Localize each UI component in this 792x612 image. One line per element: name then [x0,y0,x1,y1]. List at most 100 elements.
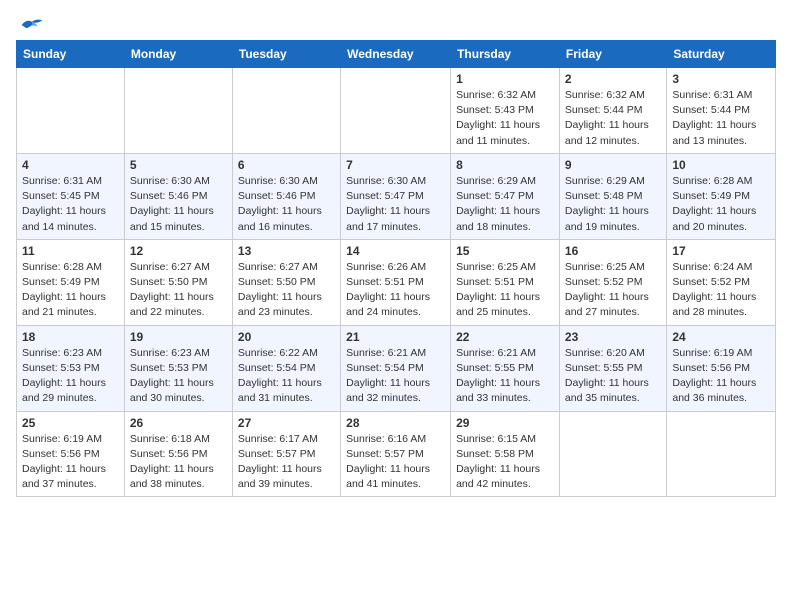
day-number: 21 [346,330,445,344]
day-info: Sunrise: 6:28 AMSunset: 5:49 PMDaylight:… [22,260,119,321]
calendar-cell: 28Sunrise: 6:16 AMSunset: 5:57 PMDayligh… [341,411,451,497]
day-number: 22 [456,330,554,344]
week-row-3: 11 Sunrise: 6:28 AMSunset: 5:49 PMDayligh… [17,239,776,325]
day-number: 6 [238,158,335,172]
col-header-sunday: Sunday [17,41,125,68]
calendar-cell: 9 Sunrise: 6:29 AMSunset: 5:48 PMDaylight… [559,153,666,239]
day-number: 17 [672,244,770,258]
calendar-cell: 4 Sunrise: 6:31 AMSunset: 5:45 PMDaylight… [17,153,125,239]
col-header-thursday: Thursday [451,41,560,68]
calendar-cell: 14Sunrise: 6:26 AMSunset: 5:51 PMDayligh… [341,239,451,325]
calendar-cell [124,68,232,154]
calendar-cell: 2 Sunrise: 6:32 AMSunset: 5:44 PMDaylight… [559,68,666,154]
day-info: Sunrise: 6:24 AMSunset: 5:52 PMDaylight:… [672,260,770,321]
calendar-cell: 29 Sunrise: 6:15 AMSunset: 5:58 PMDayligh… [451,411,560,497]
calendar-cell: 21 Sunrise: 6:21 AMSunset: 5:54 PMDayligh… [341,325,451,411]
calendar-cell: 7 Sunrise: 6:30 AMSunset: 5:47 PMDaylight… [341,153,451,239]
col-header-saturday: Saturday [667,41,776,68]
day-number: 20 [238,330,335,344]
calendar-cell: 26 Sunrise: 6:18 AMSunset: 5:56 PMDayligh… [124,411,232,497]
calendar-cell: 18 Sunrise: 6:23 AMSunset: 5:53 PMDayligh… [17,325,125,411]
day-number: 12 [130,244,227,258]
day-info: Sunrise: 6:17 AMSunset: 5:57 PMDaylight:… [238,432,335,493]
calendar-cell: 17 Sunrise: 6:24 AMSunset: 5:52 PMDayligh… [667,239,776,325]
day-info: Sunrise: 6:18 AMSunset: 5:56 PMDaylight:… [130,432,227,493]
day-info: Sunrise: 6:20 AMSunset: 5:55 PMDaylight:… [565,346,661,407]
page-header [16,16,776,34]
day-number: 14 [346,244,445,258]
day-number: 11 [22,244,119,258]
day-number: 24 [672,330,770,344]
col-header-monday: Monday [124,41,232,68]
day-number: 4 [22,158,119,172]
calendar-cell: 13 Sunrise: 6:27 AMSunset: 5:50 PMDayligh… [232,239,340,325]
day-info: Sunrise: 6:30 AMSunset: 5:46 PMDaylight:… [238,174,335,235]
col-header-friday: Friday [559,41,666,68]
calendar-cell [667,411,776,497]
day-info: Sunrise: 6:30 AMSunset: 5:46 PMDaylight:… [130,174,227,235]
day-number: 5 [130,158,227,172]
day-number: 8 [456,158,554,172]
day-info: Sunrise: 6:21 AMSunset: 5:55 PMDaylight:… [456,346,554,407]
day-info: Sunrise: 6:19 AMSunset: 5:56 PMDaylight:… [22,432,119,493]
day-info: Sunrise: 6:19 AMSunset: 5:56 PMDaylight:… [672,346,770,407]
day-number: 9 [565,158,661,172]
calendar-cell: 23 Sunrise: 6:20 AMSunset: 5:55 PMDayligh… [559,325,666,411]
calendar-cell: 20 Sunrise: 6:22 AMSunset: 5:54 PMDayligh… [232,325,340,411]
logo [16,16,46,34]
day-info: Sunrise: 6:21 AMSunset: 5:54 PMDaylight:… [346,346,445,407]
day-number: 13 [238,244,335,258]
day-info: Sunrise: 6:28 AMSunset: 5:49 PMDaylight:… [672,174,770,235]
calendar-cell: 8 Sunrise: 6:29 AMSunset: 5:47 PMDaylight… [451,153,560,239]
calendar-cell: 15Sunrise: 6:25 AMSunset: 5:51 PMDayligh… [451,239,560,325]
calendar-cell: 27 Sunrise: 6:17 AMSunset: 5:57 PMDayligh… [232,411,340,497]
calendar-header-row: SundayMondayTuesdayWednesdayThursdayFrid… [17,41,776,68]
day-number: 3 [672,72,770,86]
calendar-cell: 19Sunrise: 6:23 AMSunset: 5:53 PMDayligh… [124,325,232,411]
week-row-1: 1 Sunrise: 6:32 AMSunset: 5:43 PMDaylight… [17,68,776,154]
calendar-cell: 10Sunrise: 6:28 AMSunset: 5:49 PMDayligh… [667,153,776,239]
calendar-table: SundayMondayTuesdayWednesdayThursdayFrid… [16,40,776,497]
day-info: Sunrise: 6:23 AMSunset: 5:53 PMDaylight:… [22,346,119,407]
day-info: Sunrise: 6:32 AMSunset: 5:43 PMDaylight:… [456,88,554,149]
calendar-cell: 22 Sunrise: 6:21 AMSunset: 5:55 PMDayligh… [451,325,560,411]
day-number: 16 [565,244,661,258]
col-header-tuesday: Tuesday [232,41,340,68]
day-info: Sunrise: 6:29 AMSunset: 5:48 PMDaylight:… [565,174,661,235]
calendar-cell: 1 Sunrise: 6:32 AMSunset: 5:43 PMDaylight… [451,68,560,154]
week-row-2: 4 Sunrise: 6:31 AMSunset: 5:45 PMDaylight… [17,153,776,239]
day-info: Sunrise: 6:27 AMSunset: 5:50 PMDaylight:… [238,260,335,321]
day-number: 7 [346,158,445,172]
day-info: Sunrise: 6:31 AMSunset: 5:44 PMDaylight:… [672,88,770,149]
calendar-cell: 3 Sunrise: 6:31 AMSunset: 5:44 PMDaylight… [667,68,776,154]
day-number: 27 [238,416,335,430]
day-info: Sunrise: 6:22 AMSunset: 5:54 PMDaylight:… [238,346,335,407]
day-info: Sunrise: 6:15 AMSunset: 5:58 PMDaylight:… [456,432,554,493]
week-row-4: 18 Sunrise: 6:23 AMSunset: 5:53 PMDayligh… [17,325,776,411]
day-info: Sunrise: 6:29 AMSunset: 5:47 PMDaylight:… [456,174,554,235]
day-number: 23 [565,330,661,344]
day-number: 26 [130,416,227,430]
day-number: 15 [456,244,554,258]
day-info: Sunrise: 6:27 AMSunset: 5:50 PMDaylight:… [130,260,227,321]
day-number: 19 [130,330,227,344]
calendar-cell [559,411,666,497]
day-info: Sunrise: 6:30 AMSunset: 5:47 PMDaylight:… [346,174,445,235]
day-number: 2 [565,72,661,86]
day-info: Sunrise: 6:16 AMSunset: 5:57 PMDaylight:… [346,432,445,493]
calendar-cell: 12 Sunrise: 6:27 AMSunset: 5:50 PMDayligh… [124,239,232,325]
calendar-cell [232,68,340,154]
day-number: 25 [22,416,119,430]
col-header-wednesday: Wednesday [341,41,451,68]
calendar-cell: 16 Sunrise: 6:25 AMSunset: 5:52 PMDayligh… [559,239,666,325]
calendar-cell: 11 Sunrise: 6:28 AMSunset: 5:49 PMDayligh… [17,239,125,325]
day-number: 29 [456,416,554,430]
day-info: Sunrise: 6:25 AMSunset: 5:52 PMDaylight:… [565,260,661,321]
week-row-5: 25 Sunrise: 6:19 AMSunset: 5:56 PMDayligh… [17,411,776,497]
day-info: Sunrise: 6:31 AMSunset: 5:45 PMDaylight:… [22,174,119,235]
day-info: Sunrise: 6:32 AMSunset: 5:44 PMDaylight:… [565,88,661,149]
day-number: 1 [456,72,554,86]
calendar-cell: 24 Sunrise: 6:19 AMSunset: 5:56 PMDayligh… [667,325,776,411]
day-number: 18 [22,330,119,344]
calendar-cell [341,68,451,154]
